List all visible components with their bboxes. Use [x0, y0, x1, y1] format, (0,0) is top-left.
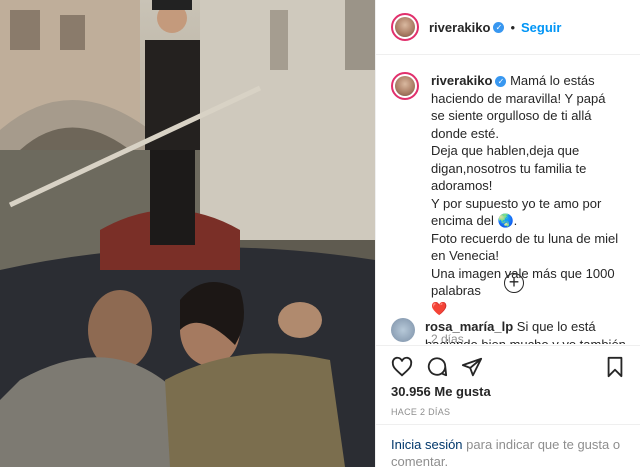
- caption: riverakiko ✓ Mamá lo estás haciendo de ma…: [391, 72, 626, 344]
- verified-badge-icon: ✓: [495, 76, 507, 88]
- post-header: riverakiko ✓ • Seguir: [376, 0, 640, 55]
- caption-line: Y por supuesto yo te amo por encima del …: [431, 195, 602, 229]
- likes-count[interactable]: 30.956 Me gusta: [391, 384, 491, 399]
- comments-area: riverakiko ✓ Mamá lo estás haciendo de ma…: [376, 56, 640, 344]
- plus-circle-icon[interactable]: +: [504, 273, 524, 293]
- caption-line: Una imagen vale más que 1000 palabras: [431, 265, 615, 299]
- verified-badge-icon: ✓: [493, 21, 505, 33]
- caption-body: riverakiko ✓ Mamá lo estás haciendo de ma…: [431, 72, 621, 344]
- comment-body: rosa_maría_lp Si que lo está haciendo bi…: [425, 318, 635, 344]
- follow-button[interactable]: Seguir: [521, 20, 561, 35]
- caption-line: Foto recuerdo de tu luna de miel en Vene…: [431, 230, 619, 264]
- heart-emoji: ❤️: [431, 300, 448, 316]
- venice-gondola-photo: [0, 0, 375, 467]
- caption-avatar[interactable]: [391, 72, 419, 100]
- comment-avatar[interactable]: [391, 318, 415, 342]
- comment-username[interactable]: rosa_maría_lp: [425, 319, 513, 334]
- post-timestamp: HACE 2 DÍAS: [391, 407, 451, 417]
- share-icon[interactable]: [461, 356, 483, 378]
- heart-icon[interactable]: [391, 356, 413, 378]
- header-username[interactable]: riverakiko: [429, 20, 490, 35]
- comment-item: rosa_maría_lp Si que lo está haciendo bi…: [391, 318, 635, 344]
- caption-username[interactable]: riverakiko: [431, 73, 492, 88]
- login-prompt: Inicia sesión para indicar que te gusta …: [376, 424, 640, 470]
- comment-icon[interactable]: [426, 356, 448, 378]
- instagram-post: riverakiko ✓ • Seguir riverakiko ✓ Mamá l…: [0, 0, 640, 470]
- caption-line: Deja que hablen,deja que digan,nosotros …: [431, 143, 587, 193]
- action-bar: [376, 345, 640, 381]
- login-link[interactable]: Inicia sesión: [391, 437, 463, 452]
- header-separator: •: [510, 19, 515, 35]
- header-avatar[interactable]: [391, 13, 419, 41]
- post-photo[interactable]: [0, 0, 375, 467]
- bookmark-icon[interactable]: [604, 356, 626, 378]
- post-side-panel: riverakiko ✓ • Seguir riverakiko ✓ Mamá l…: [375, 0, 640, 470]
